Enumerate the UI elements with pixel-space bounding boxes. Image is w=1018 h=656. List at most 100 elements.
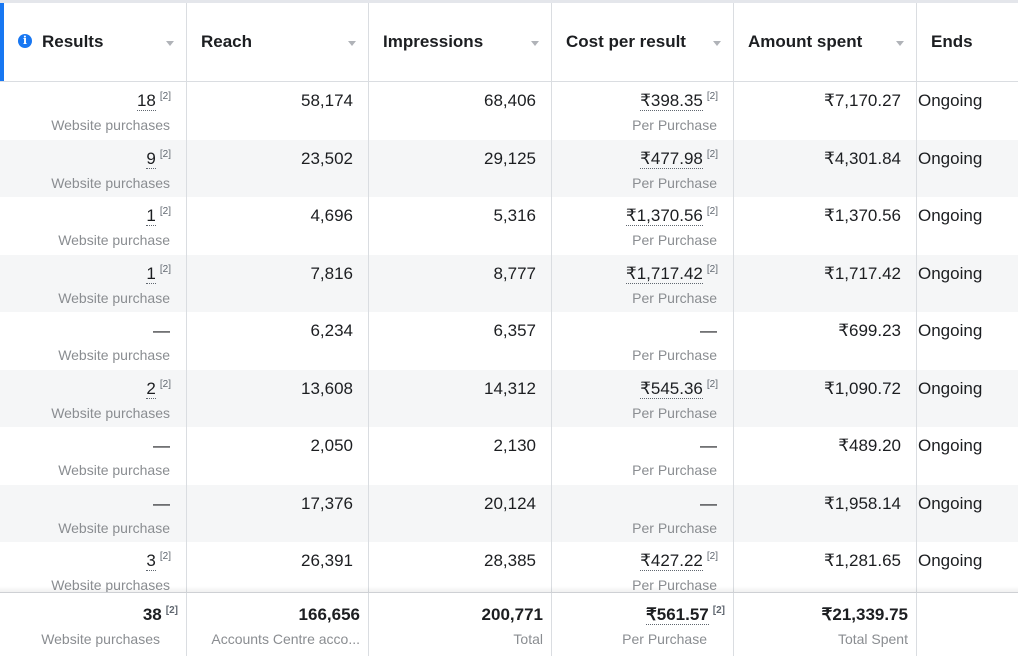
results-value[interactable]: 9 [2] <box>146 148 171 169</box>
cost-per-result-sub: Per Purchase <box>632 404 717 421</box>
impressions-cell: 5,316 <box>369 197 552 255</box>
amount-spent-value: ₹699.23 <box>838 321 901 340</box>
table-row[interactable]: 1 [2] Website purchase 4,696 5,316 ₹1,370.56[… <box>0 197 1018 255</box>
total-cost[interactable]: ₹561.57 [2] <box>645 605 725 625</box>
info-icon[interactable]: i <box>18 34 32 48</box>
reach-cell: 7,816 <box>187 254 369 312</box>
cost-per-result-value[interactable]: ₹398.35 [2] <box>640 91 718 111</box>
reach-value: 58,174 <box>301 91 353 110</box>
results-value[interactable]: 3 [2] <box>146 551 171 571</box>
total-reach-cell: 166,656 Accounts Centre acco... <box>187 593 369 656</box>
sort-caret-icon[interactable] <box>166 41 174 46</box>
cost-per-result-value[interactable]: ₹477.98 [2] <box>640 148 718 169</box>
sort-caret-icon[interactable] <box>896 41 904 46</box>
results-cell: 1 [2] Website purchase <box>0 254 187 312</box>
ends-value: Ongoing <box>918 321 983 340</box>
cost-per-result-value[interactable]: ₹545.36 [2] <box>640 378 718 399</box>
column-header-impressions[interactable]: Impressions <box>369 3 552 81</box>
cost-per-result-value[interactable]: ₹427.22 [2] <box>640 551 718 571</box>
attribution-sup: [2] <box>706 91 718 103</box>
attribution-sup: [2] <box>165 605 178 617</box>
cost-per-result-sub: Per Purchase <box>632 462 717 478</box>
results-cell: 2 [2] Website purchases <box>0 369 187 427</box>
impressions-value: 2,130 <box>493 436 536 455</box>
cost-per-result-sub: Per Purchase <box>632 117 717 133</box>
table-row[interactable]: — Website purchase 17,376 20,124 — Per Purcha… <box>0 484 1018 542</box>
total-results-sub: Website purchases <box>41 631 160 647</box>
results-cell: 1 [2] Website purchase <box>0 197 187 255</box>
total-results[interactable]: 38 [2] <box>143 605 178 625</box>
reach-value: 26,391 <box>301 551 353 570</box>
results-value: — <box>153 321 170 340</box>
attribution-sup: [2] <box>159 148 171 160</box>
sort-caret-icon[interactable] <box>713 41 721 46</box>
cost-per-result-value: — <box>700 321 717 340</box>
table-row[interactable]: — Website purchase 2,050 2,130 — Per Purchase… <box>0 427 1018 485</box>
selected-column-indicator <box>0 3 4 81</box>
attribution-sup: [2] <box>712 605 725 617</box>
impressions-cell: 6,357 <box>369 312 552 370</box>
column-label-reach: Reach <box>201 32 253 51</box>
attribution-sup: [2] <box>159 378 171 390</box>
attribution-sup: [2] <box>159 206 171 218</box>
reach-value: 17,376 <box>301 493 353 513</box>
reach-value: 4,696 <box>310 206 353 225</box>
results-sub: Website purchase <box>58 462 170 478</box>
ends-cell: Ongoing <box>917 255 1018 313</box>
column-header-ends[interactable]: Ends <box>917 3 1018 81</box>
cost-per-result-value[interactable]: ₹1,717.42 [2] <box>625 263 718 284</box>
amount-spent-value: ₹1,717.42 <box>824 263 901 283</box>
cost-per-result-cell: — Per Purchase <box>552 312 734 370</box>
amount-spent-cell: ₹1,717.42 <box>734 254 917 312</box>
ends-value: Ongoing <box>918 148 983 168</box>
sort-caret-icon[interactable] <box>531 41 539 46</box>
results-value: — <box>153 493 170 513</box>
total-reach: 166,656 <box>298 605 360 624</box>
ends-cell: Ongoing <box>917 197 1018 255</box>
ends-cell: Ongoing <box>917 82 1018 140</box>
cost-per-result-value[interactable]: ₹1,370.56 [2] <box>625 206 718 226</box>
column-header-reach[interactable]: Reach <box>187 3 369 81</box>
column-header-cost-per-result[interactable]: Cost per result <box>552 3 734 81</box>
results-cell: — Website purchase <box>0 312 187 370</box>
attribution-sup: [2] <box>159 263 171 275</box>
impressions-cell: 29,125 <box>369 139 552 197</box>
table-row[interactable]: 9 [2] Website purchases 23,502 29,125 ₹477.98… <box>0 139 1018 198</box>
results-value[interactable]: 1 [2] <box>146 263 171 284</box>
results-value[interactable]: 1 [2] <box>146 206 171 226</box>
table-body: 18 [2] Website purchases 58,174 68,406 ₹398.3… <box>0 82 1018 592</box>
cost-per-result-cell: — Per Purchase <box>552 484 734 542</box>
results-cell: 3 [2] Website purchases <box>0 542 187 592</box>
column-header-amount-spent[interactable]: Amount spent <box>734 3 917 81</box>
table-row[interactable]: 1 [2] Website purchase 7,816 8,777 ₹1,717.42[… <box>0 254 1018 313</box>
sort-caret-icon[interactable] <box>348 41 356 46</box>
results-value[interactable]: 2 [2] <box>146 378 171 399</box>
ends-cell: Ongoing <box>917 312 1018 370</box>
ends-value: Ongoing <box>918 263 983 283</box>
results-sub: Website purchases <box>51 404 170 421</box>
amount-spent-value: ₹1,370.56 <box>824 206 901 225</box>
reach-cell: 6,234 <box>187 312 369 370</box>
column-label-impressions: Impressions <box>383 32 484 51</box>
results-cell: — Website purchase <box>0 484 187 542</box>
amount-spent-cell: ₹1,281.65 <box>734 542 917 592</box>
ends-value: Ongoing <box>918 91 983 110</box>
impressions-value: 5,316 <box>493 206 536 225</box>
cost-per-result-sub: Per Purchase <box>632 174 717 191</box>
total-impressions-sub: Total <box>513 631 543 647</box>
impressions-cell: 2,130 <box>369 427 552 485</box>
table-row[interactable]: — Website purchase 6,234 6,357 — Per Purchase… <box>0 312 1018 370</box>
impressions-value: 20,124 <box>484 493 536 513</box>
table-header: i Results Reach Impressions Cost per res… <box>0 3 1018 82</box>
cost-per-result-value: — <box>700 493 717 513</box>
table-row[interactable]: 18 [2] Website purchases 58,174 68,406 ₹398.3… <box>0 82 1018 140</box>
ends-cell: Ongoing <box>917 140 1018 198</box>
amount-spent-value: ₹489.20 <box>838 436 901 455</box>
results-value[interactable]: 18 [2] <box>136 91 171 111</box>
column-header-results[interactable]: i Results <box>0 3 187 81</box>
table-row[interactable]: 2 [2] Website purchases 13,608 14,312 ₹545.36… <box>0 369 1018 427</box>
table-row[interactable]: 3 [2] Website purchases 26,391 28,385 ₹427.22… <box>0 542 1018 592</box>
ends-cell: Ongoing <box>917 427 1018 485</box>
impressions-value: 6,357 <box>493 321 536 340</box>
total-spent: ₹21,339.75 <box>821 605 908 624</box>
